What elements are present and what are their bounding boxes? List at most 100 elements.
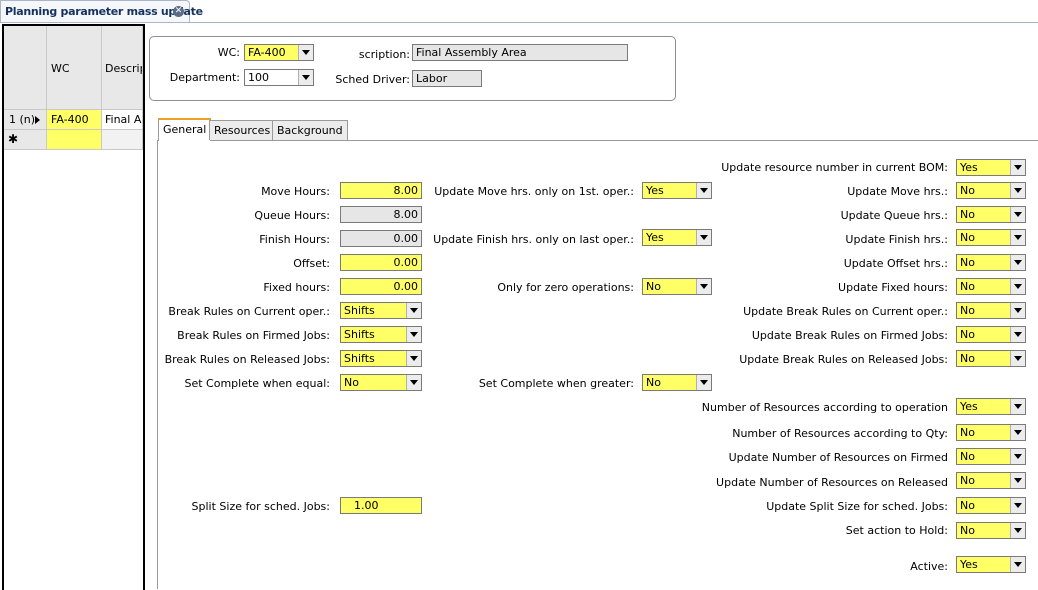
chevron-down-icon[interactable] — [1010, 279, 1025, 294]
row-indicator[interactable]: 1 (n) — [4, 110, 47, 130]
update-finish-last-value: Yes — [646, 231, 664, 244]
chevron-down-icon[interactable] — [298, 70, 313, 85]
chevron-down-icon[interactable] — [1010, 498, 1025, 513]
chevron-down-icon[interactable] — [1010, 183, 1025, 198]
queue-hours-input[interactable]: 8.00 — [340, 206, 422, 223]
new-row-indicator[interactable]: ✱ — [4, 130, 47, 150]
department-select[interactable]: 100 — [244, 69, 314, 86]
update-move-select[interactable]: No — [956, 182, 1026, 199]
break-rules-current-value: Shifts — [344, 304, 375, 317]
fixed-hours-input[interactable]: 0.00 — [340, 278, 422, 295]
offset-value: 0.00 — [393, 256, 419, 269]
chevron-down-icon[interactable] — [1010, 255, 1025, 270]
finish-hours-label: Finish Hours: — [259, 233, 330, 246]
resources-released-label: Update Number of Resources on Released — [716, 476, 948, 489]
chevron-down-icon[interactable] — [696, 375, 711, 390]
chevron-down-icon[interactable] — [1010, 425, 1025, 440]
resources-firmed-select[interactable]: No — [956, 448, 1026, 465]
workcenter-grid[interactable]: WC Descrip 1 (n) FA-400 Final As ✱ — [2, 24, 145, 590]
set-hold-value: No — [960, 524, 975, 537]
update-finish-select[interactable]: No — [956, 229, 1026, 246]
break-rules-current-label: Break Rules on Current oper.: — [168, 305, 330, 318]
column-header-wc-label: WC — [51, 62, 70, 75]
update-move-label: Update Move hrs.: — [847, 185, 948, 198]
grid-cell-wc-value: FA-400 — [51, 113, 89, 126]
chevron-down-icon[interactable] — [1010, 327, 1025, 342]
update-break-current-value: No — [960, 304, 975, 317]
resources-by-qty-value: No — [960, 426, 975, 439]
chevron-down-icon[interactable] — [1010, 207, 1025, 222]
move-hours-input[interactable]: 8.00 — [340, 182, 422, 199]
chevron-down-icon[interactable] — [1010, 160, 1025, 175]
update-break-firmed-select[interactable]: No — [956, 326, 1026, 343]
resources-by-operation-select[interactable]: Yes — [956, 398, 1026, 415]
finish-hours-input[interactable]: 0.00 — [340, 230, 422, 247]
new-row-icon: ✱ — [8, 132, 19, 146]
update-break-current-select[interactable]: No — [956, 302, 1026, 319]
column-header-wc[interactable]: WC — [47, 26, 102, 110]
chevron-down-icon[interactable] — [1010, 449, 1025, 464]
chevron-down-icon[interactable] — [406, 327, 421, 342]
update-fixed-label: Update Fixed hours: — [838, 281, 948, 294]
set-complete-equal-label: Set Complete when equal: — [184, 377, 331, 390]
grid-cell-description-value: Final As — [105, 113, 143, 126]
grid-cell-wc[interactable]: FA-400 — [47, 110, 102, 130]
resources-by-qty-select[interactable]: No — [956, 424, 1026, 441]
resources-released-select[interactable]: No — [956, 472, 1026, 489]
update-break-firmed-value: No — [960, 328, 975, 341]
set-complete-greater-select[interactable]: No — [642, 374, 712, 391]
chevron-down-icon[interactable] — [406, 351, 421, 366]
chevron-down-icon[interactable] — [1010, 303, 1025, 318]
update-fixed-select[interactable]: No — [956, 278, 1026, 295]
chevron-down-icon[interactable] — [1010, 557, 1025, 572]
chevron-down-icon[interactable] — [1010, 473, 1025, 488]
wc-label: WC: — [217, 46, 240, 59]
update-queue-value: No — [960, 208, 975, 221]
offset-label: Offset: — [293, 257, 330, 270]
chevron-down-icon[interactable] — [406, 303, 421, 318]
chevron-down-icon[interactable] — [1010, 399, 1025, 414]
sched-driver-field[interactable]: Labor — [412, 70, 482, 87]
tab-resources[interactable]: Resources — [209, 120, 276, 140]
update-break-released-select[interactable]: No — [956, 350, 1026, 367]
update-bom-select[interactable]: Yes — [956, 159, 1026, 176]
resources-released-value: No — [960, 474, 975, 487]
tab-background[interactable]: Background — [272, 120, 348, 140]
column-header-description[interactable]: Descrip — [102, 26, 143, 110]
active-select[interactable]: Yes — [956, 556, 1026, 573]
set-hold-label: Set action to Hold: — [845, 524, 948, 537]
set-hold-select[interactable]: No — [956, 522, 1026, 539]
break-rules-firmed-label: Break Rules on Firmed Jobs: — [177, 329, 330, 342]
grid-cell-description[interactable]: Final As — [102, 110, 143, 130]
new-row-cell-description[interactable] — [102, 130, 143, 150]
description-field-value: Final Assembly Area — [416, 46, 527, 59]
update-offset-select[interactable]: No — [956, 254, 1026, 271]
chevron-down-icon[interactable] — [1010, 523, 1025, 538]
sched-driver-field-value: Labor — [416, 72, 448, 85]
tab-general[interactable]: General — [158, 118, 212, 141]
wc-select[interactable]: FA-400 — [244, 44, 314, 61]
update-break-current-label: Update Break Rules on Current oper.: — [743, 305, 948, 318]
new-row-cell-wc[interactable] — [47, 130, 102, 150]
set-complete-greater-value: No — [646, 376, 661, 389]
split-size-input[interactable]: 1.00 — [340, 497, 422, 514]
resources-firmed-label: Update Number of Resources on Firmed — [728, 451, 948, 464]
chevron-down-icon[interactable] — [1010, 351, 1025, 366]
break-rules-firmed-value: Shifts — [344, 328, 375, 341]
break-rules-firmed-select[interactable]: Shifts — [340, 326, 422, 343]
update-queue-select[interactable]: No — [956, 206, 1026, 223]
update-split-select[interactable]: No — [956, 497, 1026, 514]
document-tab[interactable]: Planning parameter mass update ✕ — [0, 0, 203, 22]
finish-hours-value: 0.00 — [393, 232, 419, 245]
chevron-down-icon[interactable] — [298, 45, 313, 60]
set-complete-greater-label: Set Complete when greater: — [478, 377, 634, 390]
chevron-down-icon[interactable] — [406, 375, 421, 390]
break-rules-current-select[interactable]: Shifts — [340, 302, 422, 319]
set-complete-equal-select[interactable]: No — [340, 374, 422, 391]
offset-input[interactable]: 0.00 — [340, 254, 422, 271]
update-finish-label: Update Finish hrs.: — [845, 233, 948, 246]
description-field[interactable]: Final Assembly Area — [412, 44, 628, 61]
close-icon[interactable]: ✕ — [173, 6, 184, 17]
chevron-down-icon[interactable] — [1010, 230, 1025, 245]
break-rules-released-select[interactable]: Shifts — [340, 350, 422, 367]
